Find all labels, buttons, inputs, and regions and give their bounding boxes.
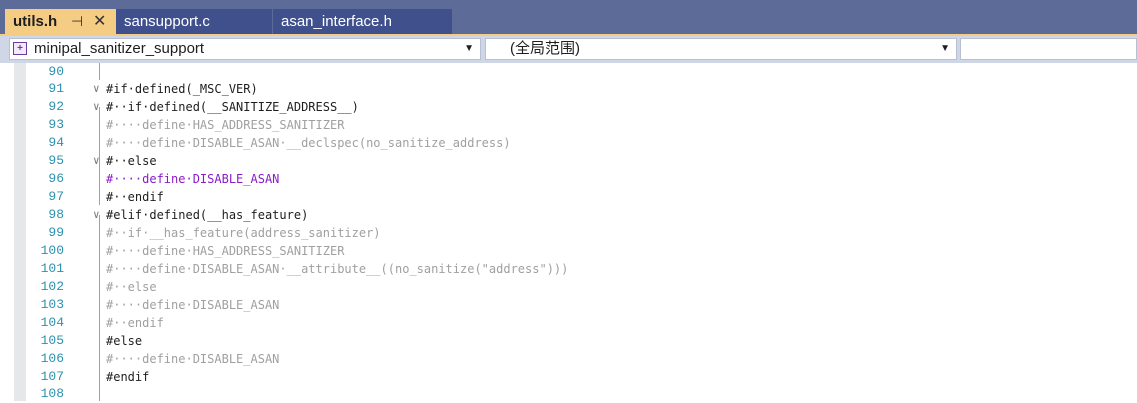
fold-toggle-icon[interactable]: ∨	[93, 206, 103, 224]
tab-label: asan_interface.h	[281, 13, 392, 30]
line-number: 91	[48, 81, 64, 96]
line-code: #endif	[106, 370, 150, 384]
chevron-down-icon[interactable]: ▼	[464, 39, 474, 59]
line-code: #····define·DISABLE_ASAN	[106, 172, 280, 186]
code-line: 101 #····define·DISABLE_ASAN·__attribute…	[0, 260, 1137, 278]
line-code: #··else	[106, 280, 157, 294]
close-icon[interactable]: ✕	[93, 9, 106, 34]
line-code: #··if·defined(__SANITIZE_ADDRESS__)	[106, 100, 359, 114]
code-line: 96 #····define·DISABLE_ASAN	[0, 170, 1137, 188]
code-editor[interactable]: 90 91 ∨ #if·defined(_MSC_VER) 92 ∨ #··if…	[0, 63, 1137, 401]
line-code: #····define·DISABLE_ASAN	[106, 298, 280, 312]
document-tab-strip: utils.h ⊣ ✕ sansupport.c asan_interface.…	[0, 0, 1137, 36]
line-number: 100	[40, 243, 64, 258]
line-number: 101	[40, 261, 64, 276]
line-code: #··else	[106, 154, 157, 168]
line-number: 99	[48, 225, 64, 240]
project-dropdown[interactable]: + minipal_sanitizer_support ▼	[9, 38, 481, 60]
line-number: 104	[40, 315, 64, 330]
line-code: #··if·__has_feature(address_sanitizer)	[106, 226, 381, 240]
line-number: 103	[40, 297, 64, 312]
pin-icon[interactable]: ⊣	[71, 9, 83, 34]
line-number: 94	[48, 135, 64, 150]
tab-label: sansupport.c	[124, 13, 210, 30]
line-number: 90	[48, 64, 64, 79]
fold-toggle-icon[interactable]: ∨	[93, 98, 103, 116]
code-line: 93 #····define·HAS_ADDRESS_SANITIZER	[0, 116, 1137, 134]
outline-guide	[99, 63, 100, 80]
line-code: #if·defined(_MSC_VER)	[106, 82, 258, 96]
code-line: 97 #··endif	[0, 188, 1137, 206]
code-line: 106 #····define·DISABLE_ASAN	[0, 350, 1137, 368]
navigation-bar: + minipal_sanitizer_support ▼ (全局范围) ▼	[0, 36, 1137, 63]
code-line: 103 #····define·DISABLE_ASAN	[0, 296, 1137, 314]
code-line: 98 ∨ #elif·defined(__has_feature)	[0, 206, 1137, 224]
scope-dropdown-value: (全局范围)	[510, 40, 580, 57]
line-code: #····define·DISABLE_ASAN	[106, 352, 280, 366]
line-code: #··endif	[106, 190, 164, 204]
code-line: 107 #endif	[0, 368, 1137, 386]
code-line: 90	[0, 63, 1137, 81]
fold-toggle-icon[interactable]: ∨	[93, 80, 103, 98]
line-number: 106	[40, 351, 64, 366]
code-line: 91 ∨ #if·defined(_MSC_VER)	[0, 80, 1137, 98]
code-line: 108	[0, 385, 1137, 403]
line-code: #elif·defined(__has_feature)	[106, 208, 309, 222]
code-line: 104 #··endif	[0, 314, 1137, 332]
code-line: 105 #else	[0, 332, 1137, 350]
project-dropdown-value: minipal_sanitizer_support	[34, 40, 205, 57]
line-number: 96	[48, 171, 64, 186]
code-line: 92 ∨ #··if·defined(__SANITIZE_ADDRESS__)	[0, 98, 1137, 116]
scope-dropdown[interactable]: (全局范围) ▼	[485, 38, 957, 60]
outline-guide	[99, 215, 100, 401]
line-number: 105	[40, 333, 64, 348]
chevron-down-icon[interactable]: ▼	[940, 39, 950, 59]
project-icon: +	[13, 42, 27, 55]
tab-sansupport-c[interactable]: sansupport.c	[116, 9, 272, 34]
tab-utils-h[interactable]: utils.h ⊣ ✕	[5, 9, 116, 34]
tab-label: utils.h	[13, 13, 58, 30]
line-number: 107	[40, 369, 64, 384]
tab-asan-interface-h[interactable]: asan_interface.h	[273, 9, 452, 34]
line-number: 102	[40, 279, 64, 294]
line-code: #····define·HAS_ADDRESS_SANITIZER	[106, 118, 345, 132]
line-code: #··endif	[106, 316, 164, 330]
code-line: 100 #····define·HAS_ADDRESS_SANITIZER	[0, 242, 1137, 260]
line-number: 108	[40, 386, 64, 401]
line-code: #else	[106, 334, 143, 348]
code-line: 94 #····define·DISABLE_ASAN·__declspec(n…	[0, 134, 1137, 152]
line-code: #····define·DISABLE_ASAN·__attribute__((…	[106, 262, 569, 276]
code-line: 99 #··if·__has_feature(address_sanitizer…	[0, 224, 1137, 242]
line-code: #····define·HAS_ADDRESS_SANITIZER	[106, 244, 345, 258]
line-number: 95	[48, 153, 64, 168]
line-code: #····define·DISABLE_ASAN·__declspec(no_s…	[106, 136, 511, 150]
line-number: 97	[48, 189, 64, 204]
fold-toggle-icon[interactable]: ∨	[93, 152, 103, 170]
code-line: 102 #··else	[0, 278, 1137, 296]
line-number: 92	[48, 99, 64, 114]
line-number: 93	[48, 117, 64, 132]
outline-guide	[99, 107, 100, 205]
code-line: 95 ∨ #··else	[0, 152, 1137, 170]
member-dropdown[interactable]	[960, 38, 1137, 60]
line-number: 98	[48, 207, 64, 222]
